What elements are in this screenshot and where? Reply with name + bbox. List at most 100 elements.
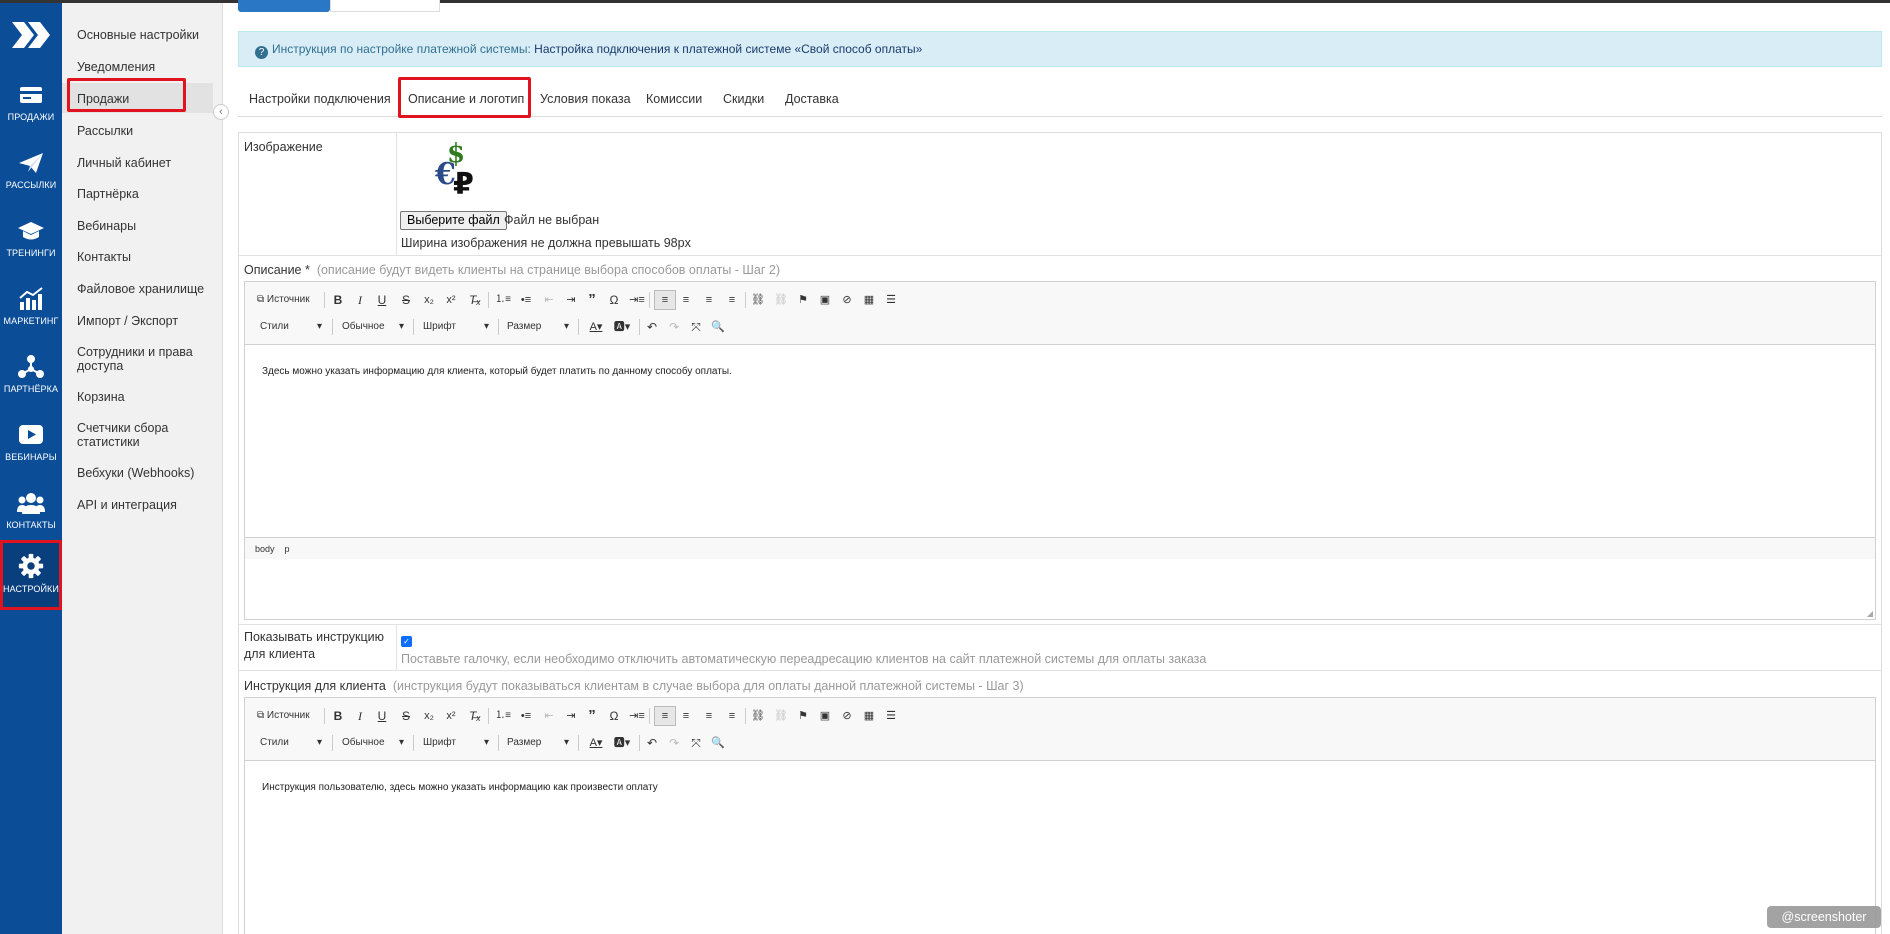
tab-delivery[interactable]: Доставка xyxy=(785,92,839,106)
bulleted-list-icon[interactable]: •≡ xyxy=(518,707,534,725)
menu-item-statistics[interactable]: Счетчики сбора статистики xyxy=(62,421,182,449)
italic-button[interactable]: I xyxy=(353,291,367,309)
menu-item-import-export[interactable]: Импорт / Экспорт xyxy=(62,314,213,328)
bold-button[interactable]: B xyxy=(331,291,345,309)
align-right-icon[interactable]: ≡ xyxy=(701,707,717,725)
flash-icon[interactable]: ⊘ xyxy=(839,291,855,309)
top-tab[interactable] xyxy=(330,0,440,12)
description-content[interactable]: Здесь можно указать информацию для клиен… xyxy=(262,366,732,377)
menu-item-mailings[interactable]: Рассылки xyxy=(62,124,213,138)
source-button[interactable]: ⧉ Источник xyxy=(257,707,310,725)
show-blocks-icon[interactable]: ⇥≡ xyxy=(629,707,645,725)
menu-item-trash[interactable]: Корзина xyxy=(62,390,213,404)
clear-format-button[interactable]: T̶ₓ xyxy=(467,707,483,725)
outdent-icon[interactable]: ⇤ xyxy=(541,291,557,309)
align-center-icon[interactable]: ≡ xyxy=(678,291,694,309)
source-button[interactable]: ⧉ Источник xyxy=(257,291,310,309)
blockquote-icon[interactable]: ” xyxy=(585,707,599,725)
align-left-icon[interactable]: ≡ xyxy=(654,706,676,726)
show-instruction-checkbox[interactable]: ✓ xyxy=(401,636,412,647)
menu-item-basic[interactable]: Основные настройки xyxy=(62,28,213,42)
underline-button[interactable]: U xyxy=(375,291,389,309)
nav-marketing[interactable]: МАРКЕТИНГ xyxy=(0,282,62,344)
blockquote-icon[interactable]: ” xyxy=(585,291,599,309)
image-icon[interactable]: ▣ xyxy=(817,707,833,725)
undo-icon[interactable]: ↶ xyxy=(645,318,659,336)
styles-dropdown[interactable]: Стили ▾ xyxy=(260,734,326,752)
text-color-icon[interactable]: A▾ xyxy=(585,318,607,336)
collapse-menu-button[interactable]: ‹ xyxy=(213,104,229,120)
menu-item-account[interactable]: Личный кабинет xyxy=(62,156,213,170)
align-left-icon[interactable]: ≡ xyxy=(654,290,676,310)
resize-handle-icon[interactable]: ◢ xyxy=(1867,609,1873,618)
numbered-list-icon[interactable]: ⒈≡ xyxy=(495,707,511,725)
omega-icon[interactable]: Ω xyxy=(607,707,621,725)
nav-settings[interactable]: НАСТРОЙКИ xyxy=(0,540,62,610)
table-icon[interactable]: ▦ xyxy=(861,291,877,309)
image-icon[interactable]: ▣ xyxy=(817,291,833,309)
top-tab-active[interactable] xyxy=(238,0,330,12)
unlink-icon[interactable]: ⛓ xyxy=(773,291,789,309)
subscript-button[interactable]: x₂ xyxy=(421,707,437,725)
nav-mailings[interactable]: РАССЫЛКИ xyxy=(0,146,62,208)
underline-button[interactable]: U xyxy=(375,707,389,725)
indent-icon[interactable]: ⇥ xyxy=(563,291,579,309)
menu-item-webhooks[interactable]: Вебхуки (Webhooks) xyxy=(62,466,213,480)
indent-icon[interactable]: ⇥ xyxy=(563,707,579,725)
tab-fees[interactable]: Комиссии xyxy=(646,92,702,106)
instruction-content[interactable]: Инструкция пользователю, здесь можно ука… xyxy=(262,782,658,793)
path-p[interactable]: p xyxy=(285,544,290,554)
anchor-flag-icon[interactable]: ⚑ xyxy=(795,707,811,725)
menu-item-notifications[interactable]: Уведомления xyxy=(62,60,213,74)
link-icon[interactable]: ⛓ xyxy=(750,707,766,725)
align-right-icon[interactable]: ≡ xyxy=(701,291,717,309)
nav-contacts[interactable]: КОНТАКТЫ xyxy=(0,486,62,548)
nav-webinars[interactable]: ВЕБИНАРЫ xyxy=(0,418,62,480)
size-dropdown[interactable]: Размер ▾ xyxy=(507,734,573,752)
numbered-list-icon[interactable]: ⒈≡ xyxy=(495,291,511,309)
text-color-icon[interactable]: A▾ xyxy=(585,734,607,752)
tab-connection[interactable]: Настройки подключения xyxy=(249,92,391,106)
bg-color-icon[interactable]: 🅰▾ xyxy=(611,734,633,752)
info-link[interactable]: Настройка подключения к платежной систем… xyxy=(534,42,922,56)
menu-item-contacts[interactable]: Контакты xyxy=(62,250,213,264)
superscript-button[interactable]: x² xyxy=(443,707,459,725)
tab-conditions[interactable]: Условия показа xyxy=(540,92,631,106)
align-center-icon[interactable]: ≡ xyxy=(678,707,694,725)
logo-icon[interactable] xyxy=(10,20,52,50)
nav-partners[interactable]: ПАРТНЁРКА xyxy=(0,350,62,412)
strike-button[interactable]: S xyxy=(399,707,413,725)
redo-icon[interactable]: ↷ xyxy=(667,318,681,336)
anchor-flag-icon[interactable]: ⚑ xyxy=(795,291,811,309)
styles-dropdown[interactable]: Стили ▾ xyxy=(260,318,326,336)
nav-trainings[interactable]: ТРЕНИНГИ xyxy=(0,214,62,276)
maximize-icon[interactable]: ⤧ xyxy=(689,318,703,336)
font-dropdown[interactable]: Шрифт ▾ xyxy=(423,734,493,752)
choose-file-button[interactable]: Выберите файл xyxy=(400,211,507,230)
undo-icon[interactable]: ↶ xyxy=(645,734,659,752)
flash-icon[interactable]: ⊘ xyxy=(839,707,855,725)
unlink-icon[interactable]: ⛓ xyxy=(773,707,789,725)
preview-icon[interactable]: 🔍 xyxy=(711,318,725,336)
bg-color-icon[interactable]: 🅰▾ xyxy=(611,318,633,336)
menu-item-api[interactable]: API и интеграция xyxy=(62,498,213,512)
superscript-button[interactable]: x² xyxy=(443,291,459,309)
path-body[interactable]: body xyxy=(255,544,275,554)
subscript-button[interactable]: x₂ xyxy=(421,291,437,309)
clear-format-button[interactable]: T̶ₓ xyxy=(467,291,483,309)
font-dropdown[interactable]: Шрифт ▾ xyxy=(423,318,493,336)
show-blocks-icon[interactable]: ⇥≡ xyxy=(629,291,645,309)
maximize-icon[interactable]: ⤧ xyxy=(689,734,703,752)
justify-icon[interactable]: ≡ xyxy=(724,707,740,725)
link-icon[interactable]: ⛓ xyxy=(750,291,766,309)
preview-icon[interactable]: 🔍 xyxy=(711,734,725,752)
omega-icon[interactable]: Ω xyxy=(607,291,621,309)
nav-sales[interactable]: ПРОДАЖИ xyxy=(0,78,62,140)
menu-item-staff[interactable]: Сотрудники и права доступа xyxy=(62,345,202,373)
menu-item-webinars[interactable]: Вебинары xyxy=(62,219,213,233)
strike-button[interactable]: S xyxy=(399,291,413,309)
format-dropdown[interactable]: Обычное ▾ xyxy=(342,734,408,752)
table-icon[interactable]: ▦ xyxy=(861,707,877,725)
italic-button[interactable]: I xyxy=(353,707,367,725)
horizontal-rule-icon[interactable]: ☰ xyxy=(883,291,899,309)
